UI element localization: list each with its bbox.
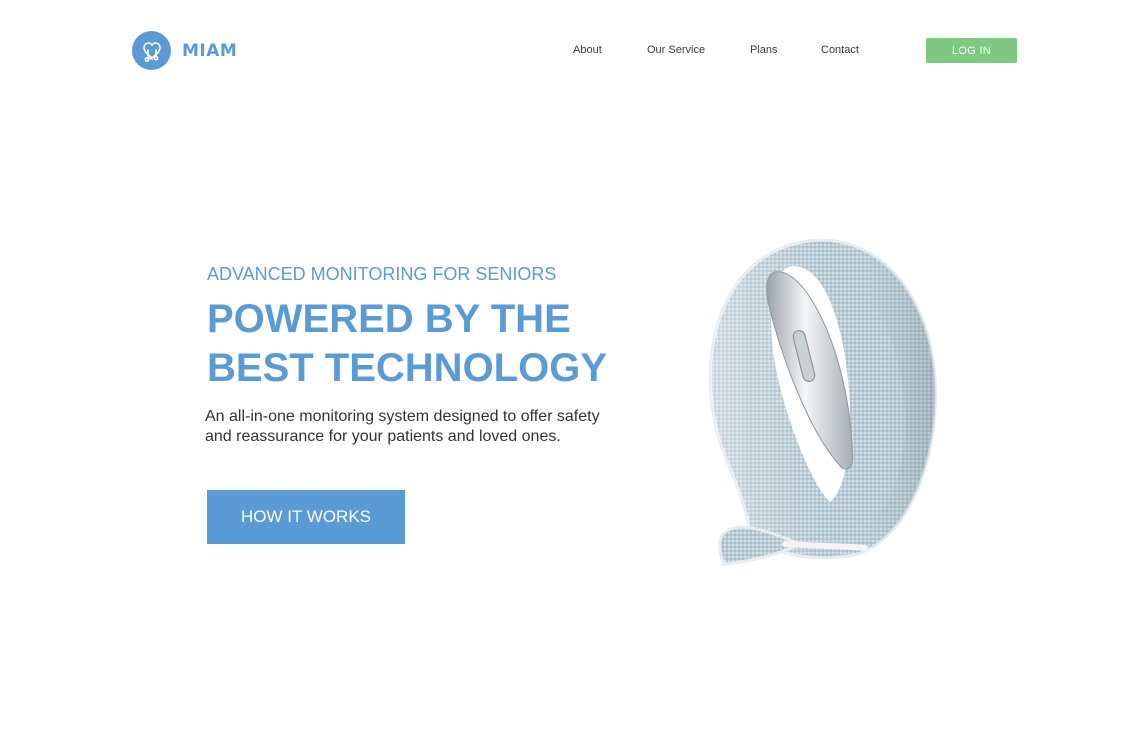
hero-eyebrow: ADVANCED MONITORING FOR SENIORS bbox=[207, 264, 557, 284]
nav-link-plans[interactable]: Plans bbox=[750, 44, 778, 56]
wristband-image bbox=[680, 232, 960, 577]
hero-title: POWERED BY THE BEST TECHNOLOGY bbox=[207, 295, 607, 393]
nav-link-about[interactable]: About bbox=[573, 44, 602, 56]
how-it-works-button[interactable]: HOW IT WORKS bbox=[207, 490, 405, 544]
hero-title-line-1: POWERED BY THE bbox=[207, 297, 571, 341]
login-button[interactable]: LOG IN bbox=[926, 38, 1017, 63]
nav-link-contact[interactable]: Contact bbox=[821, 44, 859, 56]
landing-page: MIAM About Our Service Plans Contact LOG… bbox=[0, 0, 1140, 729]
hero-description: An all-in-one monitoring system designed… bbox=[205, 408, 600, 445]
hero-title-line-2: BEST TECHNOLOGY bbox=[207, 346, 608, 390]
nav-link-our-service[interactable]: Our Service bbox=[647, 44, 705, 56]
